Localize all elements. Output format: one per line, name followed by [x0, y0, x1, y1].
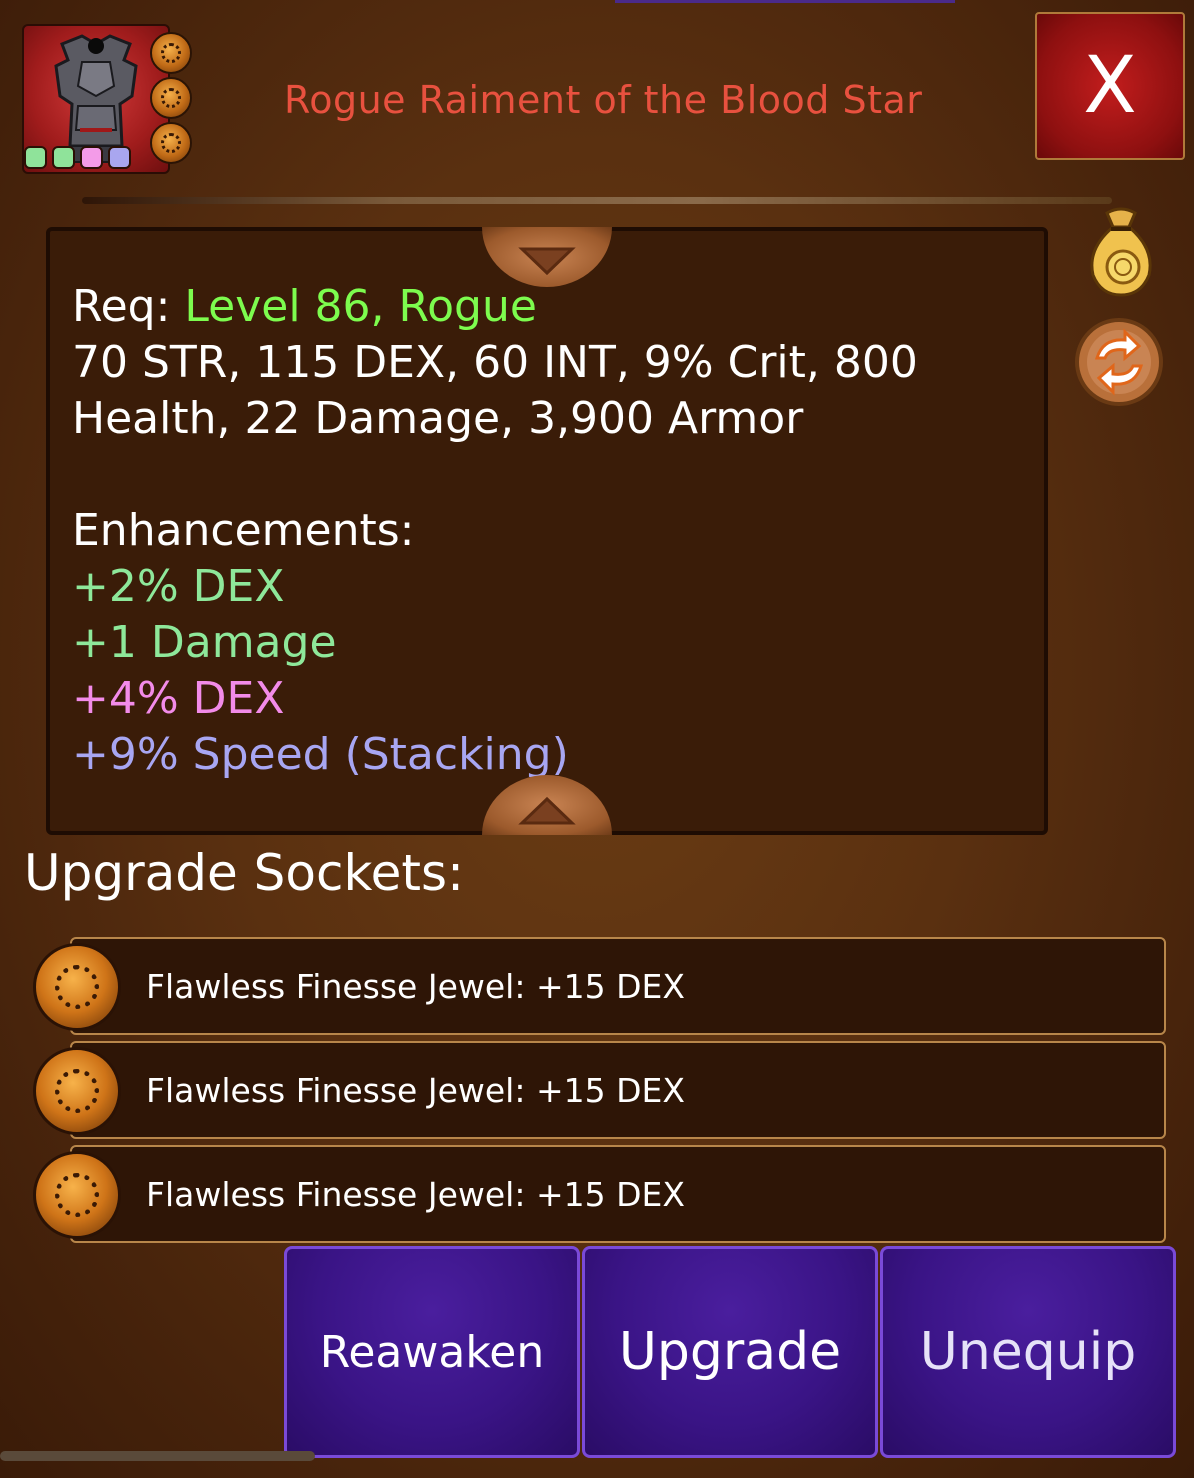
reawaken-button[interactable]: Reawaken [284, 1246, 580, 1458]
finesse-jewel-icon [33, 943, 121, 1031]
socket-label: Flawless Finesse Jewel: +15 DEX [146, 1070, 685, 1110]
enhancement-item: +4% DEX [72, 673, 285, 724]
enhancements-title: Enhancements: [72, 505, 415, 556]
enhancement-dots [24, 146, 131, 169]
enhancement-item: +1 Damage [72, 617, 337, 668]
unequip-button[interactable]: Unequip [880, 1246, 1176, 1458]
scroll-up-button[interactable] [482, 227, 612, 287]
horizontal-scrollbar[interactable] [0, 1451, 315, 1461]
requirements-line: Req: Level 86, Rogue [72, 279, 1012, 335]
item-socket-gems [150, 32, 196, 167]
stats-box: Req: Level 86, Rogue 70 STR, 115 DEX, 60… [46, 227, 1048, 835]
enhancement-dot [80, 146, 103, 169]
socket-label: Flawless Finesse Jewel: +15 DEX [146, 1174, 685, 1214]
req-value: Level 86, Rogue [184, 281, 537, 332]
socket-row[interactable]: Flawless Finesse Jewel: +15 DEX [70, 1145, 1166, 1243]
finesse-jewel-icon [33, 1047, 121, 1135]
enhancement-dot [24, 146, 47, 169]
gem-icon [150, 32, 192, 74]
stats-line: 70 STR, 115 DEX, 60 INT, 9% Crit, 800 [72, 337, 918, 388]
upgrade-button[interactable]: Upgrade [582, 1246, 878, 1458]
upgrade-sockets-title: Upgrade Sockets: [24, 844, 464, 902]
socket-row[interactable]: Flawless Finesse Jewel: +15 DEX [70, 937, 1166, 1035]
enhancement-dot [108, 146, 131, 169]
finesse-jewel-icon [33, 1151, 121, 1239]
scroll-down-button[interactable] [482, 775, 612, 835]
req-prefix: Req: [72, 281, 185, 332]
top-edge-accent [615, 0, 955, 3]
item-detail-panel: Rogue Raiment of the Blood Star X Req: L… [0, 0, 1194, 1478]
socket-label: Flawless Finesse Jewel: +15 DEX [146, 966, 685, 1006]
enhancement-dot [52, 146, 75, 169]
close-button[interactable]: X [1035, 12, 1185, 160]
stats-line: Health, 22 Damage, 3,900 Armor [72, 393, 804, 444]
enhancement-item: +2% DEX [72, 561, 285, 612]
swap-icon[interactable] [1073, 316, 1165, 412]
gem-icon [150, 122, 192, 164]
gem-icon [150, 77, 192, 119]
divider [82, 197, 1112, 204]
gold-pouch-icon[interactable] [1083, 205, 1159, 301]
item-title: Rogue Raiment of the Blood Star [284, 78, 923, 122]
socket-row[interactable]: Flawless Finesse Jewel: +15 DEX [70, 1041, 1166, 1139]
